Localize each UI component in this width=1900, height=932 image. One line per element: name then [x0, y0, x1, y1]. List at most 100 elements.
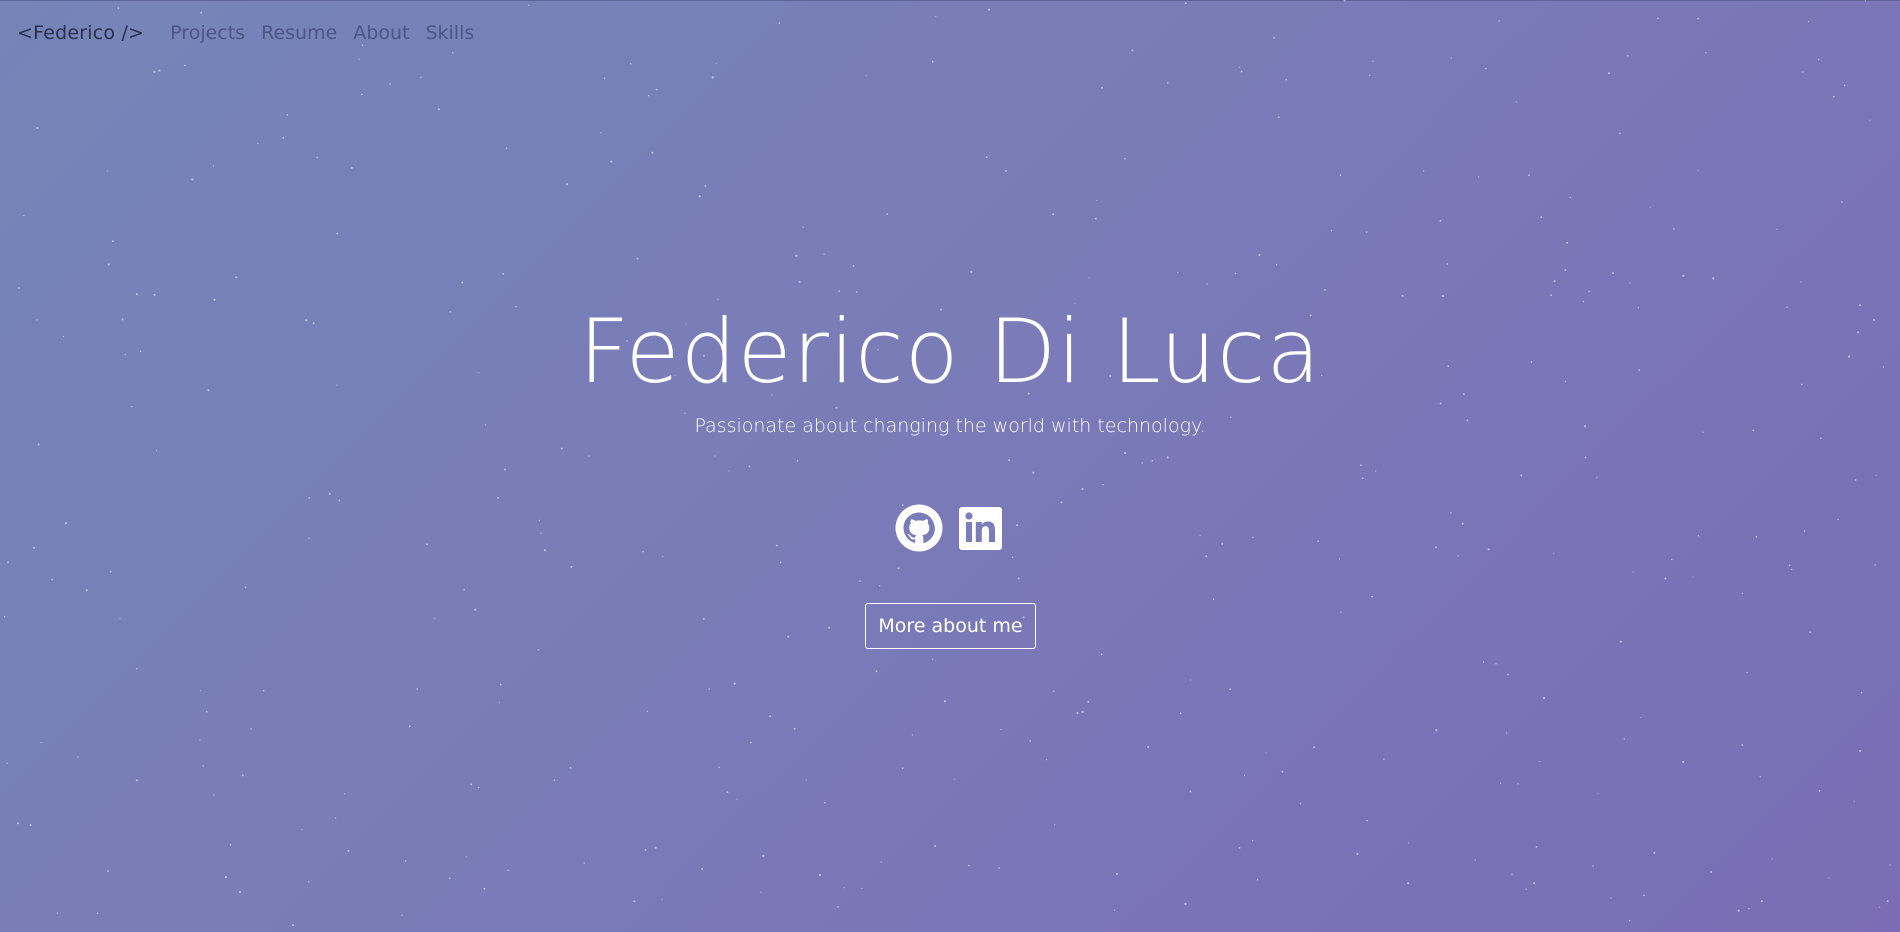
star — [1843, 84, 1846, 87]
star — [718, 766, 720, 769]
star — [206, 710, 208, 713]
star — [998, 867, 1000, 869]
star — [1147, 746, 1150, 748]
more-about-me-button[interactable]: More about me — [865, 603, 1036, 649]
star — [1372, 60, 1374, 62]
star — [1859, 749, 1862, 753]
github-link[interactable] — [895, 504, 943, 552]
star — [1828, 877, 1830, 879]
star — [1788, 564, 1791, 567]
star — [897, 567, 900, 570]
star — [749, 741, 752, 744]
star — [1441, 295, 1444, 298]
star — [1234, 272, 1237, 275]
star — [843, 887, 845, 889]
star — [733, 682, 736, 685]
star — [778, 22, 781, 24]
star — [1101, 87, 1103, 89]
star — [1324, 289, 1326, 291]
nav-link-resume[interactable]: Resume — [261, 22, 337, 44]
star — [1550, 294, 1553, 297]
star — [748, 465, 751, 468]
star — [1809, 631, 1812, 634]
star — [1864, 0, 1866, 2]
star — [1705, 52, 1707, 54]
brand-logo-link[interactable]: <Federico /> — [17, 22, 144, 44]
star — [463, 589, 465, 591]
star — [1281, 770, 1284, 773]
linkedin-link[interactable] — [957, 504, 1005, 552]
star — [1029, 740, 1032, 742]
star — [1457, 555, 1459, 557]
star — [769, 715, 772, 718]
star — [1588, 290, 1590, 293]
star — [1543, 697, 1546, 700]
star — [943, 700, 946, 703]
star — [286, 114, 289, 116]
star — [344, 793, 346, 795]
nav-link-projects[interactable]: Projects — [170, 22, 245, 44]
star — [241, 774, 244, 777]
star — [1439, 219, 1442, 222]
star — [1094, 217, 1097, 220]
star — [1592, 865, 1594, 867]
star — [238, 890, 242, 893]
star — [886, 213, 889, 216]
star — [875, 670, 878, 673]
star — [358, 58, 360, 60]
star — [1206, 283, 1208, 285]
star — [1285, 79, 1288, 81]
star — [119, 618, 121, 620]
star — [865, 75, 867, 77]
starfield-background — [3, 0, 1891, 927]
star — [1498, 20, 1500, 22]
star — [1485, 67, 1487, 70]
star — [1875, 475, 1877, 476]
star — [1238, 847, 1241, 849]
github-icon — [895, 504, 943, 552]
star — [837, 906, 839, 908]
star — [153, 293, 156, 296]
nav-link-skills[interactable]: Skills — [425, 22, 474, 44]
star — [1087, 700, 1090, 703]
star — [1369, 74, 1371, 77]
star — [802, 227, 804, 229]
star — [282, 137, 285, 139]
star — [483, 887, 486, 890]
star — [1539, 760, 1541, 762]
star — [434, 617, 436, 619]
star — [1407, 882, 1410, 885]
hero-subtitle: Passionate about changing the world with… — [694, 415, 1206, 437]
star — [728, 470, 730, 472]
star — [1515, 101, 1517, 103]
star — [1338, 558, 1341, 560]
star — [704, 185, 707, 187]
star — [29, 824, 32, 827]
star — [861, 887, 863, 889]
star — [1184, 2, 1187, 4]
star — [823, 253, 825, 255]
star — [1741, 592, 1744, 594]
star — [1407, 842, 1409, 844]
star — [347, 849, 350, 852]
star — [18, 287, 20, 289]
star — [477, 786, 480, 789]
star — [40, 742, 42, 744]
star — [461, 281, 464, 284]
star — [1664, 577, 1667, 580]
star — [1330, 230, 1333, 232]
nav-link-about[interactable]: About — [353, 22, 409, 44]
star — [1553, 552, 1555, 554]
star — [1533, 882, 1536, 885]
star — [1682, 760, 1685, 764]
star — [106, 170, 108, 172]
star — [1746, 671, 1748, 674]
navbar: <Federico /> Projects Resume About Skill… — [17, 20, 490, 46]
star — [1528, 174, 1530, 177]
star — [1640, 716, 1642, 719]
star — [1671, 558, 1673, 561]
star — [588, 455, 590, 457]
star — [1011, 556, 1014, 559]
star — [1032, 471, 1035, 474]
star — [1673, 228, 1675, 230]
